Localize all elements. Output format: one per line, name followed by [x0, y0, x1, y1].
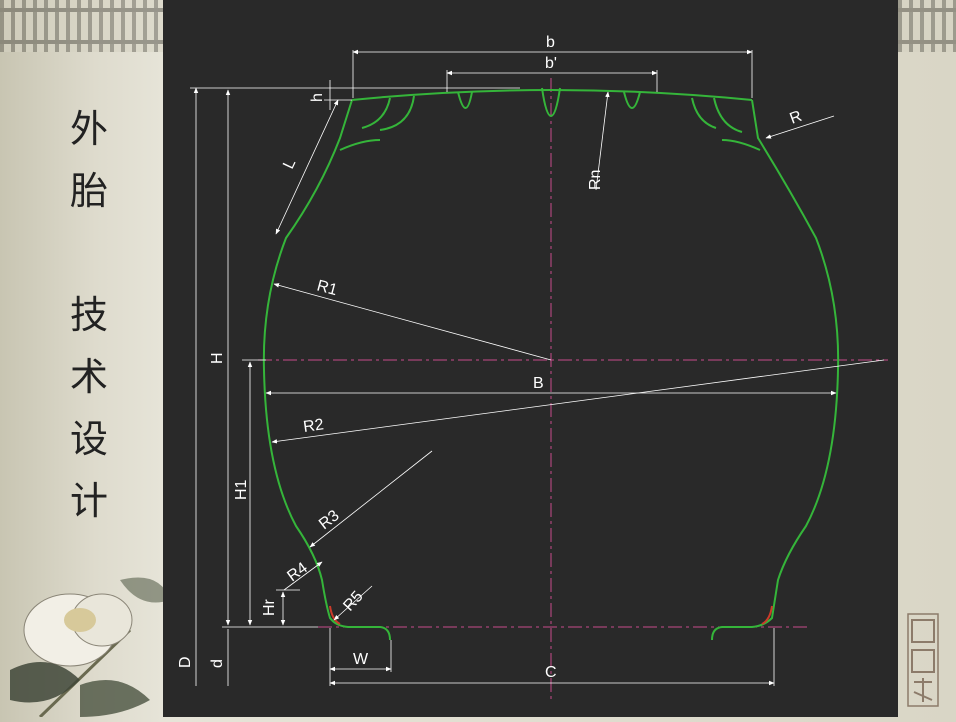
label-h-section: H — [209, 352, 226, 364]
bead-marker-left — [329, 605, 341, 625]
title-char: 术 — [69, 355, 108, 399]
label-w: W — [353, 651, 369, 668]
label-r2: R2 — [302, 416, 325, 436]
radius-r2-leader — [271, 359, 885, 444]
lattice-frieze-right — [898, 0, 956, 52]
lattice-frieze-left — [0, 0, 163, 52]
label-b-width: B — [533, 375, 544, 392]
label-c: C — [545, 664, 557, 681]
radius-r3-leader — [309, 450, 433, 548]
label-b-prime: b' — [545, 55, 557, 72]
title-char: 技 — [69, 293, 108, 337]
shoulder-groove-right — [691, 97, 761, 151]
title-char: 胎 — [69, 169, 108, 213]
china-style-seal-icon — [907, 613, 939, 707]
radius-r1-leader — [273, 283, 552, 361]
label-r4: R4 — [284, 559, 311, 585]
label-rn: Rn — [587, 170, 604, 190]
title-char: 外 — [69, 107, 108, 151]
slide-title-vertical: 外 胎 技 术 设 计 — [64, 110, 114, 544]
label-hr: Hr — [261, 598, 278, 616]
title-char — [64, 234, 114, 296]
label-h1: H1 — [233, 479, 250, 500]
label-d-outer: D — [177, 656, 194, 668]
tread-groove — [457, 91, 473, 109]
peony-flower-decoration — [10, 577, 170, 717]
bead-marker-right — [761, 605, 773, 625]
label-b: b — [546, 34, 555, 51]
left-sidewall — [262, 99, 391, 641]
tread-groove — [623, 91, 641, 109]
tire-profile-diagram: b b' h R L Rn R1 H B R2 H1 R3 R4 Hr R5 D… — [177, 34, 888, 700]
right-sidewall — [711, 99, 840, 641]
label-d-rim: d — [209, 659, 226, 668]
title-char: 设 — [69, 417, 108, 461]
label-h: h — [309, 93, 326, 102]
title-char: 计 — [69, 479, 108, 523]
label-r: R — [788, 108, 805, 128]
drawing-panel: b b' h R L Rn R1 H B R2 H1 R3 R4 Hr R5 D… — [163, 0, 898, 717]
label-r3: R3 — [316, 507, 343, 533]
label-l: L — [280, 156, 299, 171]
